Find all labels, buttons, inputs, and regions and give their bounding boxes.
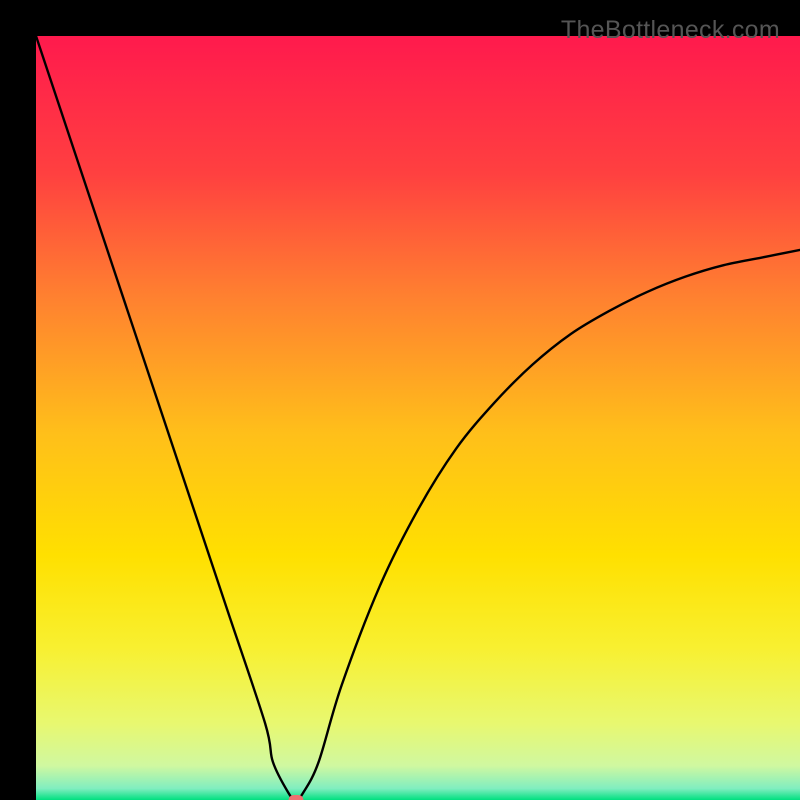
chart-frame: TheBottleneck.com (0, 0, 800, 800)
chart-svg (36, 36, 800, 800)
plot-area (36, 36, 800, 800)
watermark-text: TheBottleneck.com (561, 16, 780, 45)
optimal-point-marker (288, 795, 303, 800)
gradient-background (36, 36, 800, 800)
